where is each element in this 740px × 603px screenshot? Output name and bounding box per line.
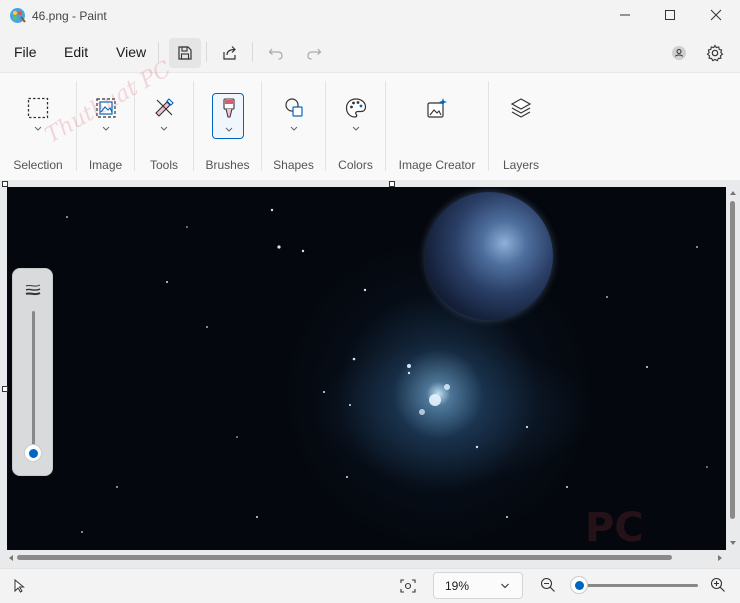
ribbon-group-image[interactable]: Image — [77, 73, 134, 181]
redo-button[interactable] — [298, 38, 330, 68]
canvas[interactable] — [7, 187, 726, 550]
ribbon-label-brushes: Brushes — [205, 158, 250, 172]
tools-icon[interactable] — [149, 93, 179, 123]
chevron-down-icon[interactable] — [101, 125, 111, 133]
palette-icon[interactable] — [341, 93, 371, 123]
close-button[interactable] — [693, 0, 739, 30]
scroll-down-icon[interactable] — [729, 539, 737, 547]
ribbon-group-brushes[interactable]: Brushes — [194, 73, 261, 181]
ribbon-group-layers[interactable]: Layers — [489, 73, 553, 181]
ribbon-group-colors[interactable]: Colors — [326, 73, 385, 181]
ribbon-label-image-creator: Image Creator — [398, 158, 476, 172]
title-bar: 46.png - Paint — [0, 0, 740, 32]
planet-image — [425, 192, 553, 320]
stroke-size-icon — [25, 284, 41, 296]
ribbon-group-shapes[interactable]: Shapes — [262, 73, 325, 181]
gear-icon — [706, 44, 724, 62]
maximize-button[interactable] — [647, 0, 693, 30]
ribbon-group-image-creator[interactable]: Image Creator — [386, 73, 488, 181]
brushes-button[interactable] — [211, 93, 244, 139]
slider-track[interactable] — [32, 311, 35, 451]
share-icon — [223, 46, 236, 60]
menu-view[interactable]: View — [116, 44, 146, 60]
horizontal-scrollbar-thumb[interactable] — [17, 555, 672, 560]
ribbon-label-shapes: Shapes — [273, 158, 314, 172]
resize-handle[interactable] — [2, 181, 8, 187]
redo-icon — [307, 48, 322, 60]
ribbon-group-tools[interactable]: Tools — [135, 73, 193, 181]
save-icon — [178, 46, 192, 60]
minimize-icon — [620, 14, 630, 16]
chevron-down-icon[interactable] — [159, 125, 169, 133]
ribbon-label-layers: Layers — [502, 158, 540, 172]
paint-app-icon — [10, 8, 26, 23]
divider — [158, 42, 159, 62]
fit-to-window-icon[interactable] — [399, 577, 417, 595]
brush-icon — [222, 98, 235, 118]
chevron-down-icon[interactable] — [289, 125, 299, 133]
resize-handle[interactable] — [389, 181, 395, 187]
slider-thumb[interactable] — [24, 444, 42, 462]
account-button[interactable] — [663, 38, 695, 68]
brush-size-slider[interactable] — [12, 268, 53, 476]
scroll-up-icon[interactable] — [729, 189, 737, 197]
ribbon-label-selection: Selection — [13, 158, 63, 172]
chevron-down-icon — [225, 127, 232, 132]
account-icon — [672, 46, 686, 60]
starfield — [26, 208, 708, 533]
zoom-slider-track[interactable] — [578, 584, 698, 587]
window-title: 46.png - Paint — [32, 9, 107, 23]
menu-edit[interactable]: Edit — [64, 44, 88, 60]
ribbon-toolbar: Selection Image Tools Brushes Shapes Col… — [0, 72, 740, 180]
ribbon-label-tools: Tools — [149, 158, 178, 172]
undo-icon — [268, 48, 283, 60]
undo-button[interactable] — [260, 38, 292, 68]
zoom-value: 19% — [445, 579, 470, 593]
ribbon-label-image: Image — [88, 158, 123, 172]
share-button[interactable] — [214, 38, 246, 68]
horizontal-scrollbar[interactable] — [7, 552, 726, 563]
shapes-icon[interactable] — [279, 93, 309, 123]
selection-icon[interactable] — [23, 93, 53, 123]
chevron-down-icon[interactable] — [33, 125, 43, 133]
divider — [206, 42, 207, 62]
vertical-scrollbar[interactable] — [727, 187, 738, 550]
zoom-slider-thumb[interactable] — [570, 576, 588, 594]
chevron-down-icon[interactable] — [351, 125, 361, 133]
image-icon[interactable] — [91, 93, 121, 123]
zoom-out-icon[interactable] — [539, 576, 557, 594]
chevron-down-icon — [501, 583, 509, 589]
canvas-workspace — [0, 180, 740, 568]
settings-button[interactable] — [699, 38, 731, 68]
divider — [252, 42, 253, 62]
save-button[interactable] — [169, 38, 201, 68]
status-bar: 19% — [0, 568, 740, 603]
maximize-icon — [665, 10, 675, 20]
vertical-scrollbar-thumb[interactable] — [730, 201, 735, 519]
image-creator-icon[interactable] — [422, 93, 452, 123]
zoom-in-icon[interactable] — [709, 576, 727, 594]
layers-icon[interactable] — [506, 93, 536, 123]
menu-bar: File Edit View — [0, 34, 740, 70]
minimize-button[interactable] — [602, 0, 648, 30]
ribbon-group-selection[interactable]: Selection — [0, 73, 76, 181]
menu-file[interactable]: File — [14, 44, 37, 60]
scroll-right-icon[interactable] — [716, 554, 724, 562]
ribbon-label-colors: Colors — [338, 158, 373, 172]
resize-handle[interactable] — [2, 386, 8, 392]
pointer-icon[interactable] — [10, 577, 28, 595]
close-icon — [710, 9, 722, 21]
scroll-left-icon[interactable] — [7, 554, 15, 562]
zoom-select[interactable]: 19% — [433, 572, 523, 599]
